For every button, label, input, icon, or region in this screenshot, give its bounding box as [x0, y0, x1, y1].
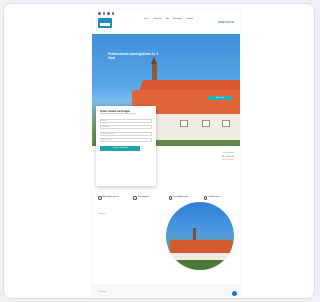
chat-bubble-icon[interactable]	[232, 291, 237, 296]
name-field[interactable]: Naam	[100, 119, 152, 123]
address-field[interactable]: Adres woning	[100, 138, 152, 143]
nav-item-wat[interactable]: Wat	[165, 18, 168, 20]
window-image	[222, 120, 230, 127]
nav-item-contact[interactable]: Contact	[186, 18, 193, 20]
feature-text: Snel geregeld	[137, 196, 149, 198]
contact-email[interactable]: info@verhuur.nl	[221, 159, 234, 163]
submit-button[interactable]: Verstuur aanvraag	[100, 146, 140, 152]
email-field[interactable]: E-mailadres	[100, 125, 152, 130]
feature-text: Lokale kennis	[208, 196, 220, 198]
window-image	[180, 120, 188, 127]
feature-item: Betrouwbare partner	[98, 196, 130, 200]
site-logo[interactable]	[98, 18, 112, 28]
features-row: Betrouwbare partner Snel geregeld Persoo…	[98, 196, 236, 200]
user-icon	[168, 196, 173, 200]
check-icon	[98, 196, 102, 200]
contact-info: Bel ons direct 035 - 000 00 00 info@verh…	[221, 152, 234, 163]
home-icon	[203, 196, 208, 200]
footer-text: © Verhuur	[98, 291, 107, 293]
feature-item: Snel geregeld	[133, 196, 165, 200]
facebook-icon[interactable]	[98, 12, 101, 15]
form-subtitle: Vul het formulier in en wij nemen contac…	[100, 114, 136, 115]
instagram-icon[interactable]	[111, 12, 115, 15]
lead-form: Gratis taxatie aanvragen Vul het formuli…	[96, 106, 156, 186]
form-title: Gratis taxatie aanvragen	[100, 110, 131, 113]
feature-text: Betrouwbare partner	[102, 196, 119, 198]
nav-item-werkwijze[interactable]: Werkwijze	[173, 18, 182, 20]
phone-field[interactable]: Telefoonnummer	[100, 131, 152, 136]
round-house-photo	[166, 202, 234, 270]
hedge-image	[166, 260, 234, 270]
social-links	[98, 12, 115, 15]
main-nav: Home Over ons Wat Werkwijze Contact	[144, 18, 193, 20]
website-preview: Home Over ons Wat Werkwijze Contact VERH…	[92, 10, 240, 296]
section-label: Over ons	[98, 213, 106, 215]
linkedin-icon[interactable]	[107, 12, 110, 15]
feature-text: Persoonlijk contact	[173, 196, 189, 198]
twitter-icon[interactable]	[102, 12, 106, 15]
hero-cta-button[interactable]: Meer info	[208, 96, 232, 100]
clock-icon	[133, 196, 137, 200]
nav-item-over-ons[interactable]: Over ons	[153, 18, 161, 20]
footer: © Verhuur	[92, 284, 240, 296]
roof-image	[170, 240, 232, 254]
window-image	[202, 120, 210, 127]
feature-item: Lokale kennis	[203, 196, 236, 200]
nav-item-home[interactable]: Home	[144, 18, 149, 20]
feature-item: Persoonlijk contact	[168, 196, 201, 200]
brand-secondary: VERHUUR	[217, 20, 234, 24]
